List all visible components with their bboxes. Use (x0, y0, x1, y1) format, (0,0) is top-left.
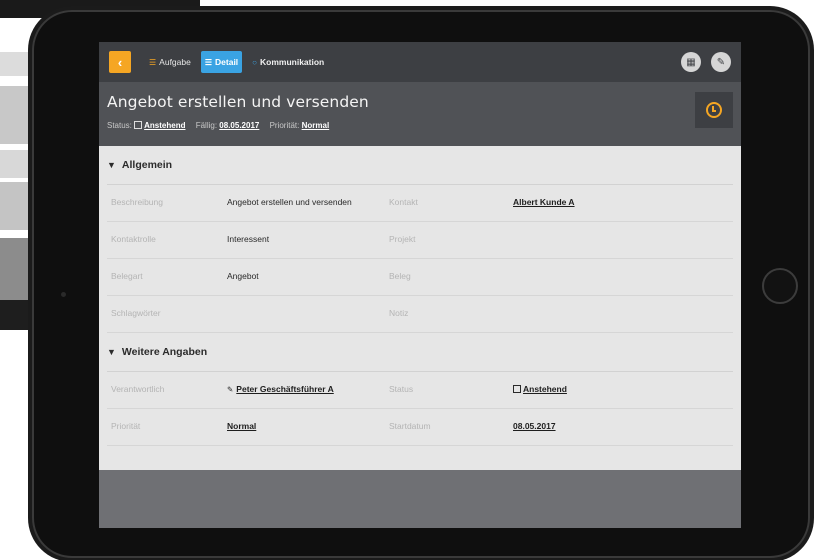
task-header: Angebot erstellen und versenden Status: … (99, 82, 741, 146)
tab-aufgabe[interactable]: ☰ Aufgabe (145, 51, 195, 73)
field-label: Beschreibung (111, 197, 163, 208)
chevron-down-icon: ▼ (107, 347, 116, 357)
detail-row: Schlagwörter Notiz (107, 296, 733, 333)
field-label: Verantwortlich (111, 384, 165, 395)
clock-icon (706, 102, 722, 118)
field-value: Angebot (227, 271, 259, 282)
task-meta: Status: Anstehend Fällig: 08.05.2017 Pri… (107, 121, 733, 130)
detail-row: Priorität Normal Startdatum 08.05.2017 (107, 409, 733, 446)
chevron-down-icon: ▼ (107, 160, 116, 170)
section-weitere-header[interactable]: ▼ Weitere Angaben (107, 333, 733, 372)
footer-bar (99, 470, 741, 528)
responsible-link[interactable]: ✎ Peter Geschäftsführer A (227, 384, 334, 394)
pencil-icon: ✎ (716, 56, 726, 68)
status-checkbox[interactable] (134, 121, 143, 129)
priority-link[interactable]: Normal (227, 421, 256, 431)
tab-kommunikation-label: Kommunikation (260, 57, 325, 67)
camera (61, 292, 66, 297)
chevron-left-icon: ‹ (117, 54, 123, 70)
field-label: Beleg (389, 271, 411, 282)
list-icon: ☰ (149, 57, 157, 67)
back-button[interactable]: ‹ (109, 51, 131, 73)
calendar-icon: ▦ (686, 56, 696, 68)
calendar-button[interactable]: ▦ (681, 52, 701, 72)
field-label: Schlagwörter (111, 308, 161, 319)
top-nav-bar: ‹ ☰ Aufgabe ☰ Detail ○ Kommunikation ▦ ✎ (99, 42, 741, 82)
field-label: Notiz (389, 308, 409, 319)
responsible-name: Peter Geschäftsführer A (236, 384, 334, 395)
section-title: Allgemein (121, 159, 173, 171)
home-button[interactable] (762, 268, 798, 304)
detail-icon: ☰ (204, 57, 213, 67)
field-label: Startdatum (389, 421, 431, 432)
tab-aufgabe-label: Aufgabe (159, 57, 191, 67)
tab-kommunikation[interactable]: ○ Kommunikation (248, 51, 328, 73)
time-tracking-button[interactable] (695, 92, 733, 128)
field-label: Belegart (111, 271, 143, 282)
status-label: Status: (107, 121, 132, 130)
tablet-frame: ‹ ☰ Aufgabe ☰ Detail ○ Kommunikation ▦ ✎ (32, 10, 810, 558)
top-actions: ▦ ✎ (681, 52, 731, 72)
status-value[interactable]: Anstehend (144, 121, 185, 130)
due-label: Fällig: (195, 121, 218, 130)
section-title: Weitere Angaben (121, 346, 208, 358)
tab-detail-label: Detail (215, 57, 239, 67)
field-label: Kontakt (389, 197, 418, 208)
section-allgemein-header[interactable]: ▼ Allgemein (107, 146, 733, 185)
field-value: Angebot erstellen und versenden (227, 197, 352, 208)
status-link[interactable]: Anstehend (513, 384, 567, 394)
field-label: Projekt (389, 234, 416, 245)
priority-label: Priorität: (269, 121, 300, 130)
field-label: Kontaktrolle (111, 234, 156, 245)
pencil-icon: ✎ (227, 385, 234, 395)
checkbox-icon (513, 385, 521, 394)
field-label: Priorität (111, 421, 141, 432)
due-value[interactable]: 08.05.2017 (219, 121, 259, 130)
edit-button[interactable]: ✎ (711, 52, 731, 72)
detail-row: Kontaktrolle Interessent Projekt (107, 222, 733, 259)
field-label: Status (389, 384, 414, 395)
detail-content: ▼ Allgemein Beschreibung Angebot erstell… (99, 146, 741, 446)
contact-link[interactable]: Albert Kunde A (513, 197, 575, 207)
app-screen: ‹ ☰ Aufgabe ☰ Detail ○ Kommunikation ▦ ✎ (99, 42, 741, 528)
status-text: Anstehend (523, 384, 567, 395)
start-date-link[interactable]: 08.05.2017 (513, 421, 556, 431)
page-title: Angebot erstellen und versenden (107, 93, 369, 111)
detail-row: Beschreibung Angebot erstellen und verse… (107, 185, 733, 222)
chat-icon: ○ (252, 57, 258, 67)
tab-detail[interactable]: ☰ Detail (200, 51, 243, 73)
priority-value[interactable]: Normal (302, 121, 330, 130)
detail-row: Belegart Angebot Beleg (107, 259, 733, 296)
field-value: Interessent (227, 234, 270, 245)
detail-row: Verantwortlich ✎ Peter Geschäftsführer A … (107, 372, 733, 409)
